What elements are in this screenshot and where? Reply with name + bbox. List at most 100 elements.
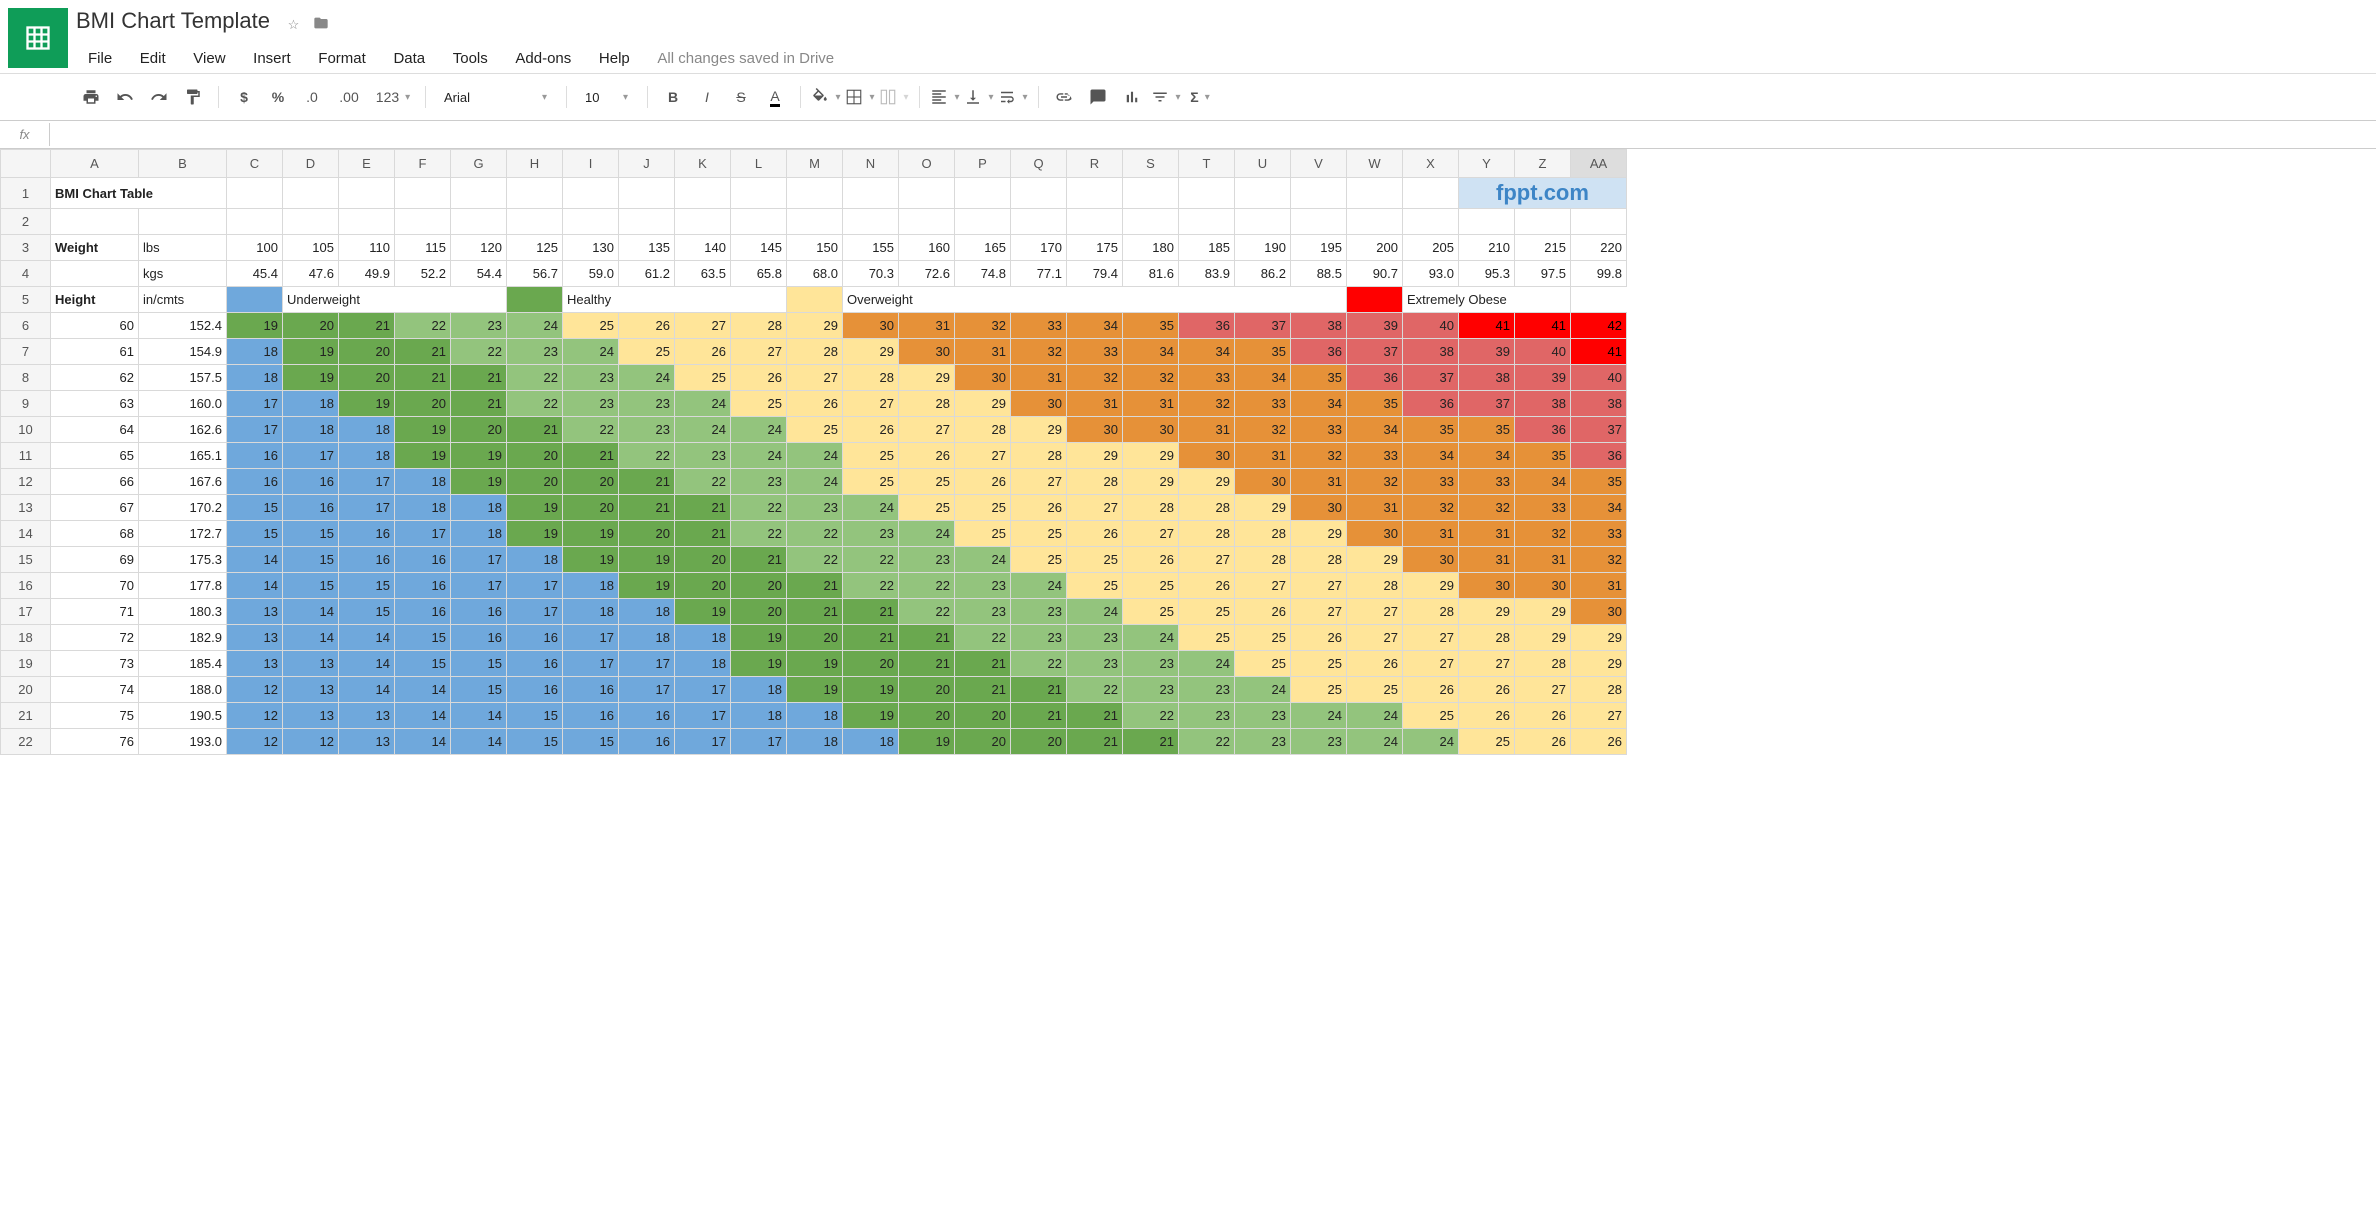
bmi-cell[interactable]: 14: [451, 703, 507, 729]
bmi-cell[interactable]: 31: [1515, 547, 1571, 573]
bmi-cell[interactable]: 22: [843, 547, 899, 573]
cell[interactable]: 205: [1403, 235, 1459, 261]
bmi-cell[interactable]: 15: [339, 573, 395, 599]
cell[interactable]: 68: [51, 521, 139, 547]
column-header[interactable]: P: [955, 150, 1011, 178]
cell[interactable]: [731, 209, 787, 235]
cell[interactable]: [619, 209, 675, 235]
undo-icon[interactable]: [110, 82, 140, 112]
bmi-cell[interactable]: 20: [899, 677, 955, 703]
cell[interactable]: 61: [51, 339, 139, 365]
bmi-cell[interactable]: 20: [339, 365, 395, 391]
cell[interactable]: [1459, 209, 1515, 235]
cell[interactable]: 47.6: [283, 261, 339, 287]
bmi-cell[interactable]: 38: [1291, 313, 1347, 339]
bmi-cell[interactable]: 26: [1011, 495, 1067, 521]
bmi-cell[interactable]: 33: [1011, 313, 1067, 339]
bmi-cell[interactable]: 29: [955, 391, 1011, 417]
bmi-cell[interactable]: 22: [731, 521, 787, 547]
bmi-cell[interactable]: 31: [1291, 469, 1347, 495]
bmi-cell[interactable]: 15: [395, 651, 451, 677]
bmi-cell[interactable]: 28: [1179, 495, 1235, 521]
bmi-cell[interactable]: 30: [1011, 391, 1067, 417]
cell[interactable]: 64: [51, 417, 139, 443]
bmi-cell[interactable]: 20: [507, 443, 563, 469]
bmi-cell[interactable]: 33: [1571, 521, 1627, 547]
bmi-cell[interactable]: 25: [1123, 599, 1179, 625]
cell[interactable]: [1179, 209, 1235, 235]
bmi-cell[interactable]: 25: [1235, 625, 1291, 651]
bmi-cell[interactable]: 34: [1403, 443, 1459, 469]
bmi-cell[interactable]: 18: [339, 443, 395, 469]
menu-file[interactable]: File: [76, 44, 124, 73]
cell[interactable]: [139, 209, 227, 235]
bmi-cell[interactable]: 15: [283, 521, 339, 547]
cell[interactable]: 150: [787, 235, 843, 261]
bmi-cell[interactable]: 35: [1123, 313, 1179, 339]
bmi-cell[interactable]: 17: [675, 703, 731, 729]
bmi-cell[interactable]: 28: [1403, 599, 1459, 625]
menu-format[interactable]: Format: [306, 44, 378, 73]
cell[interactable]: 105: [283, 235, 339, 261]
bmi-cell[interactable]: 31: [955, 339, 1011, 365]
cell[interactable]: 52.2: [395, 261, 451, 287]
menu-help[interactable]: Help: [587, 44, 642, 73]
cell[interactable]: 69: [51, 547, 139, 573]
bmi-cell[interactable]: 16: [563, 677, 619, 703]
cell[interactable]: [843, 209, 899, 235]
bmi-cell[interactable]: 20: [563, 469, 619, 495]
bmi-cell[interactable]: 19: [395, 443, 451, 469]
bmi-cell[interactable]: 18: [227, 365, 283, 391]
bmi-cell[interactable]: 30: [1347, 521, 1403, 547]
bmi-cell[interactable]: 23: [1067, 625, 1123, 651]
cell[interactable]: 88.5: [1291, 261, 1347, 287]
bmi-cell[interactable]: 20: [731, 573, 787, 599]
bmi-cell[interactable]: 21: [955, 651, 1011, 677]
bmi-cell[interactable]: 23: [619, 391, 675, 417]
cell[interactable]: Weight: [51, 235, 139, 261]
bmi-cell[interactable]: 22: [843, 573, 899, 599]
cell[interactable]: 160.0: [139, 391, 227, 417]
link-icon[interactable]: [1049, 82, 1079, 112]
bmi-cell[interactable]: 24: [1179, 651, 1235, 677]
bmi-cell[interactable]: 16: [507, 651, 563, 677]
bmi-cell[interactable]: 40: [1515, 339, 1571, 365]
bmi-cell[interactable]: 21: [1011, 703, 1067, 729]
bmi-cell[interactable]: 29: [1403, 573, 1459, 599]
menu-insert[interactable]: Insert: [241, 44, 303, 73]
bmi-cell[interactable]: 35: [1571, 469, 1627, 495]
bmi-cell[interactable]: 24: [1347, 729, 1403, 755]
bmi-cell[interactable]: 22: [787, 521, 843, 547]
cell[interactable]: 195: [1291, 235, 1347, 261]
spreadsheet-grid[interactable]: ABCDEFGHIJKLMNOPQRSTUVWXYZAA1BMI Chart T…: [0, 149, 2376, 755]
cell[interactable]: [1179, 178, 1235, 209]
currency-icon[interactable]: $: [229, 82, 259, 112]
bmi-cell[interactable]: 17: [507, 573, 563, 599]
bmi-cell[interactable]: 17: [339, 495, 395, 521]
bmi-cell[interactable]: 27: [1011, 469, 1067, 495]
borders-icon[interactable]: ▾: [845, 82, 875, 112]
cell[interactable]: 71: [51, 599, 139, 625]
bmi-cell[interactable]: 24: [1067, 599, 1123, 625]
bmi-cell[interactable]: 20: [675, 547, 731, 573]
bmi-cell[interactable]: 31: [1011, 365, 1067, 391]
cell[interactable]: 190.5: [139, 703, 227, 729]
bmi-cell[interactable]: 39: [1347, 313, 1403, 339]
bmi-cell[interactable]: 23: [1123, 651, 1179, 677]
bmi-cell[interactable]: 26: [787, 391, 843, 417]
cell[interactable]: 99.8: [1571, 261, 1627, 287]
column-header[interactable]: O: [899, 150, 955, 178]
cell[interactable]: 83.9: [1179, 261, 1235, 287]
bmi-cell[interactable]: 23: [1011, 599, 1067, 625]
bmi-cell[interactable]: 27: [1459, 651, 1515, 677]
bmi-cell[interactable]: 36: [1403, 391, 1459, 417]
bmi-cell[interactable]: 30: [1123, 417, 1179, 443]
bmi-cell[interactable]: 16: [283, 495, 339, 521]
bmi-cell[interactable]: 29: [787, 313, 843, 339]
bmi-cell[interactable]: 15: [507, 703, 563, 729]
cell[interactable]: [451, 209, 507, 235]
bmi-cell[interactable]: 16: [507, 625, 563, 651]
column-header[interactable]: S: [1123, 150, 1179, 178]
bmi-cell[interactable]: 20: [395, 391, 451, 417]
row-header[interactable]: 19: [1, 651, 51, 677]
